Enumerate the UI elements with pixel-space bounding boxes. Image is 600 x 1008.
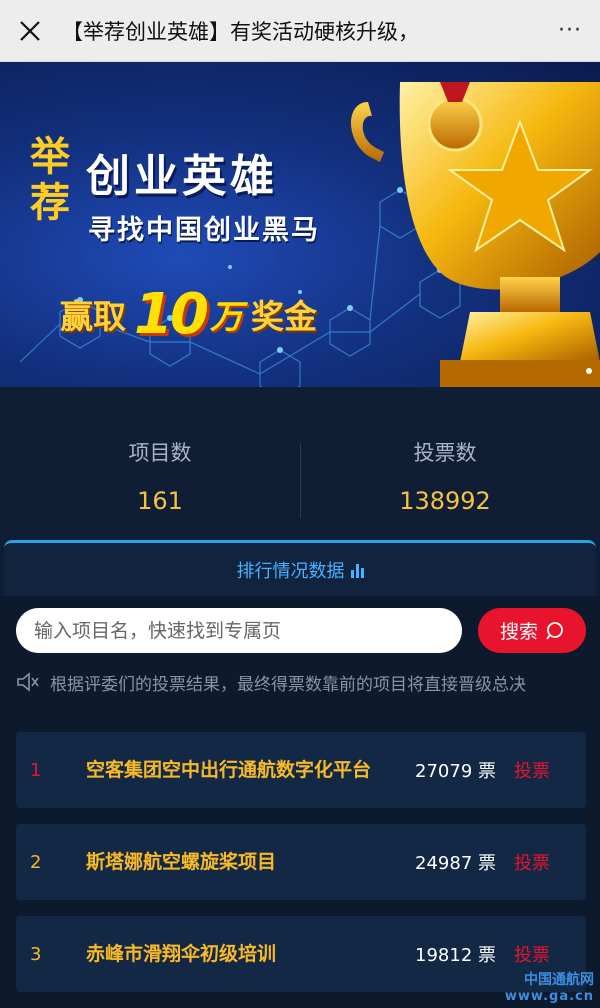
banner-title: 创业英雄 (86, 151, 278, 202)
close-icon (20, 20, 40, 41)
search-button[interactable]: 搜索 (478, 608, 586, 653)
banner-prize: 赢取 10 万 奖金 (60, 281, 317, 347)
votes-value: 138992 (399, 487, 491, 515)
search-input[interactable] (16, 608, 462, 653)
watermark-name: 中国通航网 (524, 972, 594, 988)
projects-label: 项目数 (128, 441, 192, 465)
hero-banner[interactable]: 举 荐 创业英雄 寻找中国创业黑马 赢取 10 万 奖金 (0, 62, 600, 387)
stat-projects: 项目数 161 (10, 437, 310, 515)
prize-suffix: 奖金 (250, 297, 317, 336)
vote-button[interactable]: 投票 (514, 824, 564, 900)
carousel-dot[interactable] (586, 368, 592, 374)
project-name[interactable]: 赤峰市滑翔伞初级培训 (86, 916, 376, 992)
trophy-illustration (350, 82, 600, 387)
bar-chart-icon (350, 562, 364, 578)
page-title: 【举荐创业英雄】有奖活动硬核升级， (62, 19, 419, 44)
notice-text: 根据评委们的投票结果，最终得票数靠前的项目将直接晋级总决 (50, 674, 526, 695)
rank-number: 2 (30, 851, 42, 873)
project-name[interactable]: 斯塔娜航空螺旋桨项目 (86, 824, 376, 900)
search-bubble-icon (546, 621, 563, 640)
banner-subtitle: 寻找中国创业黑马 (88, 215, 320, 246)
project-name[interactable]: 空客集团空中出行通航数字化平台 (86, 732, 376, 808)
vote-count: 19812 票 (415, 945, 496, 966)
prize-unit: 万 (209, 297, 243, 336)
watermark: 中国通航网 www.ga.cn (505, 969, 594, 1004)
rank-number: 3 (30, 943, 42, 965)
projects-value: 161 (137, 487, 183, 515)
banner-jt-text: 举 荐 (30, 133, 70, 226)
content-area: 搜索 根据评委们的投票结果，最终得票数靠前的项目将直接晋级总决 1 空客集团空中… (0, 596, 600, 1008)
ranking-row: 2 斯塔娜航空螺旋桨项目 24987 票 投票 (16, 824, 586, 900)
votes-label: 投票数 (413, 441, 477, 465)
stat-votes: 投票数 138992 (295, 437, 595, 515)
stats-panel: 项目数 161 投票数 138992 (0, 387, 600, 537)
prize-number: 10 (134, 281, 209, 347)
vote-count: 24987 票 (415, 853, 496, 874)
close-button[interactable] (4, 0, 56, 62)
tab-ranking-label: 排行情况数据 (236, 560, 345, 582)
tab-ranking-data[interactable]: 排行情况数据 (4, 540, 596, 596)
speaker-muted-icon (17, 672, 39, 692)
more-menu-button[interactable]: ··· (540, 0, 600, 62)
vote-count: 27079 票 (415, 761, 496, 782)
ranking-row: 1 空客集团空中出行通航数字化平台 27079 票 投票 (16, 732, 586, 808)
rank-number: 1 (30, 759, 42, 781)
notice-bar: 根据评委们的投票结果，最终得票数靠前的项目将直接晋级总决 (16, 666, 586, 698)
prize-prefix: 赢取 (60, 297, 126, 336)
vote-button[interactable]: 投票 (514, 732, 564, 808)
watermark-url: www.ga.cn (504, 989, 594, 1004)
top-bar: 【举荐创业英雄】有奖活动硬核升级， ··· (0, 0, 600, 62)
search-button-label: 搜索 (499, 621, 538, 643)
ranking-row: 3 赤峰市滑翔伞初级培训 19812 票 投票 (16, 916, 586, 992)
